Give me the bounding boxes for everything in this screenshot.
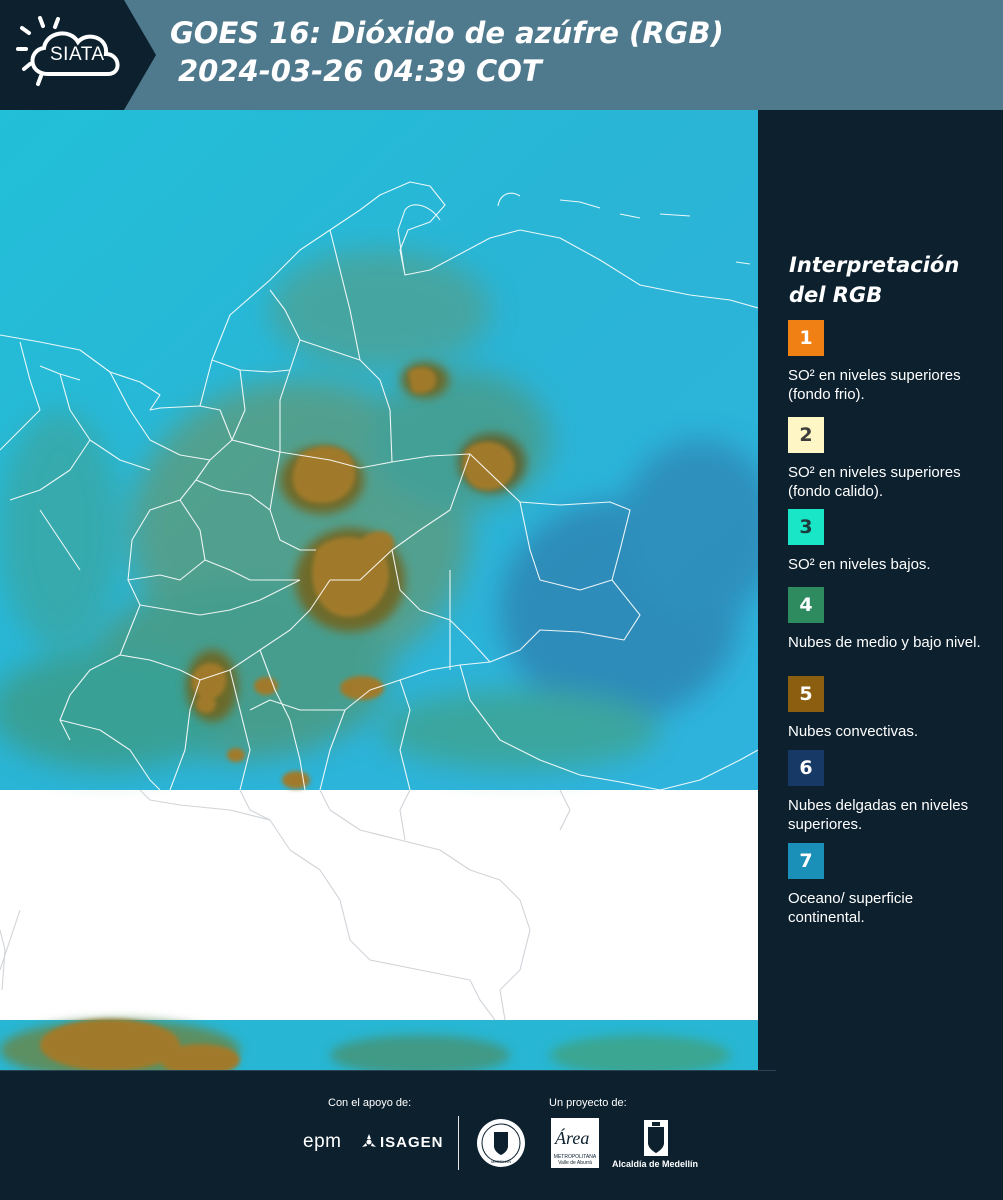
legend-swatch: 6 — [788, 750, 824, 786]
legend-number: 1 — [799, 327, 813, 349]
legend-swatch: 2 — [788, 417, 824, 453]
footer-divider-line — [0, 1070, 776, 1071]
footer-vertical-divider — [458, 1116, 459, 1170]
siata-logo-text: SIATA — [50, 44, 105, 65]
legend-swatch: 7 — [788, 843, 824, 879]
footer: Con el apoyo de: Un proyecto de: epm ISA… — [0, 1070, 1003, 1200]
satellite-image — [0, 110, 758, 1070]
isagen-logo: ISAGEN — [380, 1134, 444, 1151]
area-logo-word: Área — [555, 1128, 590, 1148]
legend-item-6: 6 Nubes delgadas en niveles superiores. — [788, 750, 993, 834]
legend-label: Oceano/ superficie continental. — [788, 890, 914, 926]
legend-number: 6 — [799, 757, 813, 779]
legend-number: 7 — [799, 850, 813, 872]
legend-number: 2 — [799, 424, 813, 446]
legend-number: 4 — [799, 594, 813, 616]
legend-item-4: 4 Nubes de medio y bajo nivel. — [788, 587, 993, 652]
legend-item-7: 7 Oceano/ superficie continental. — [788, 843, 993, 927]
legend-label: SO² en niveles bajos. — [788, 556, 931, 573]
seal-text: MEDELLIN — [491, 1159, 511, 1164]
map-timestamp: 2024-03-26 04:39 COT — [178, 54, 542, 88]
legend-swatch: 5 — [788, 676, 824, 712]
satellite-lower-strip — [0, 1019, 758, 1070]
legend-number: 3 — [799, 516, 813, 538]
legend-swatch: 4 — [788, 587, 824, 623]
satellite-upper-strip — [0, 110, 758, 790]
medellin-seal-icon: MEDELLIN — [477, 1119, 525, 1167]
legend-item-5: 5 Nubes convectivas. — [788, 676, 993, 741]
siata-logo: SIATA — [0, 0, 156, 110]
legend-title: Interpretación del RGB — [789, 253, 960, 307]
area-metropolitana-logo: Área METROPOLITANA Valle de Aburrá — [551, 1118, 599, 1168]
alcaldia-logo-text: Alcaldía de Medellín — [612, 1159, 699, 1169]
epm-logo: epm — [303, 1131, 342, 1152]
legend-label: Nubes delgadas en niveles superiores. — [788, 797, 969, 833]
legend-label: SO² en niveles superiores (fondo frio). — [788, 367, 961, 403]
legend-item-3: 3 SO² en niveles bajos. — [788, 509, 993, 574]
legend-number: 5 — [799, 683, 813, 705]
legend-item-2: 2 SO² en niveles superiores (fondo calid… — [788, 417, 993, 501]
header-bar: SIATA GOES 16: Dióxido de azúfre (RGB) 2… — [0, 0, 1003, 110]
satellite-map — [0, 110, 758, 1070]
map-title: GOES 16: Dióxido de azúfre (RGB) — [170, 16, 724, 50]
area-logo-line2: Valle de Aburrá — [558, 1160, 592, 1166]
isagen-icon — [362, 1134, 376, 1147]
legend-label: Nubes convectivas. — [788, 723, 919, 740]
support-caption: Con el apoyo de: — [328, 1097, 412, 1109]
legend-panel: Interpretación del RGB 1 SO² en niveles … — [758, 110, 1003, 1070]
legend-swatch: 1 — [788, 320, 824, 356]
legend-label: SO² en niveles superiores (fondo calido)… — [788, 464, 961, 500]
legend-item-1: 1 SO² en niveles superiores (fondo frio)… — [788, 320, 993, 404]
project-caption: Un proyecto de: — [549, 1097, 627, 1109]
legend-label: Nubes de medio y bajo nivel. — [788, 634, 981, 651]
alcaldia-crest-icon — [644, 1120, 668, 1156]
legend-swatch: 3 — [788, 509, 824, 545]
